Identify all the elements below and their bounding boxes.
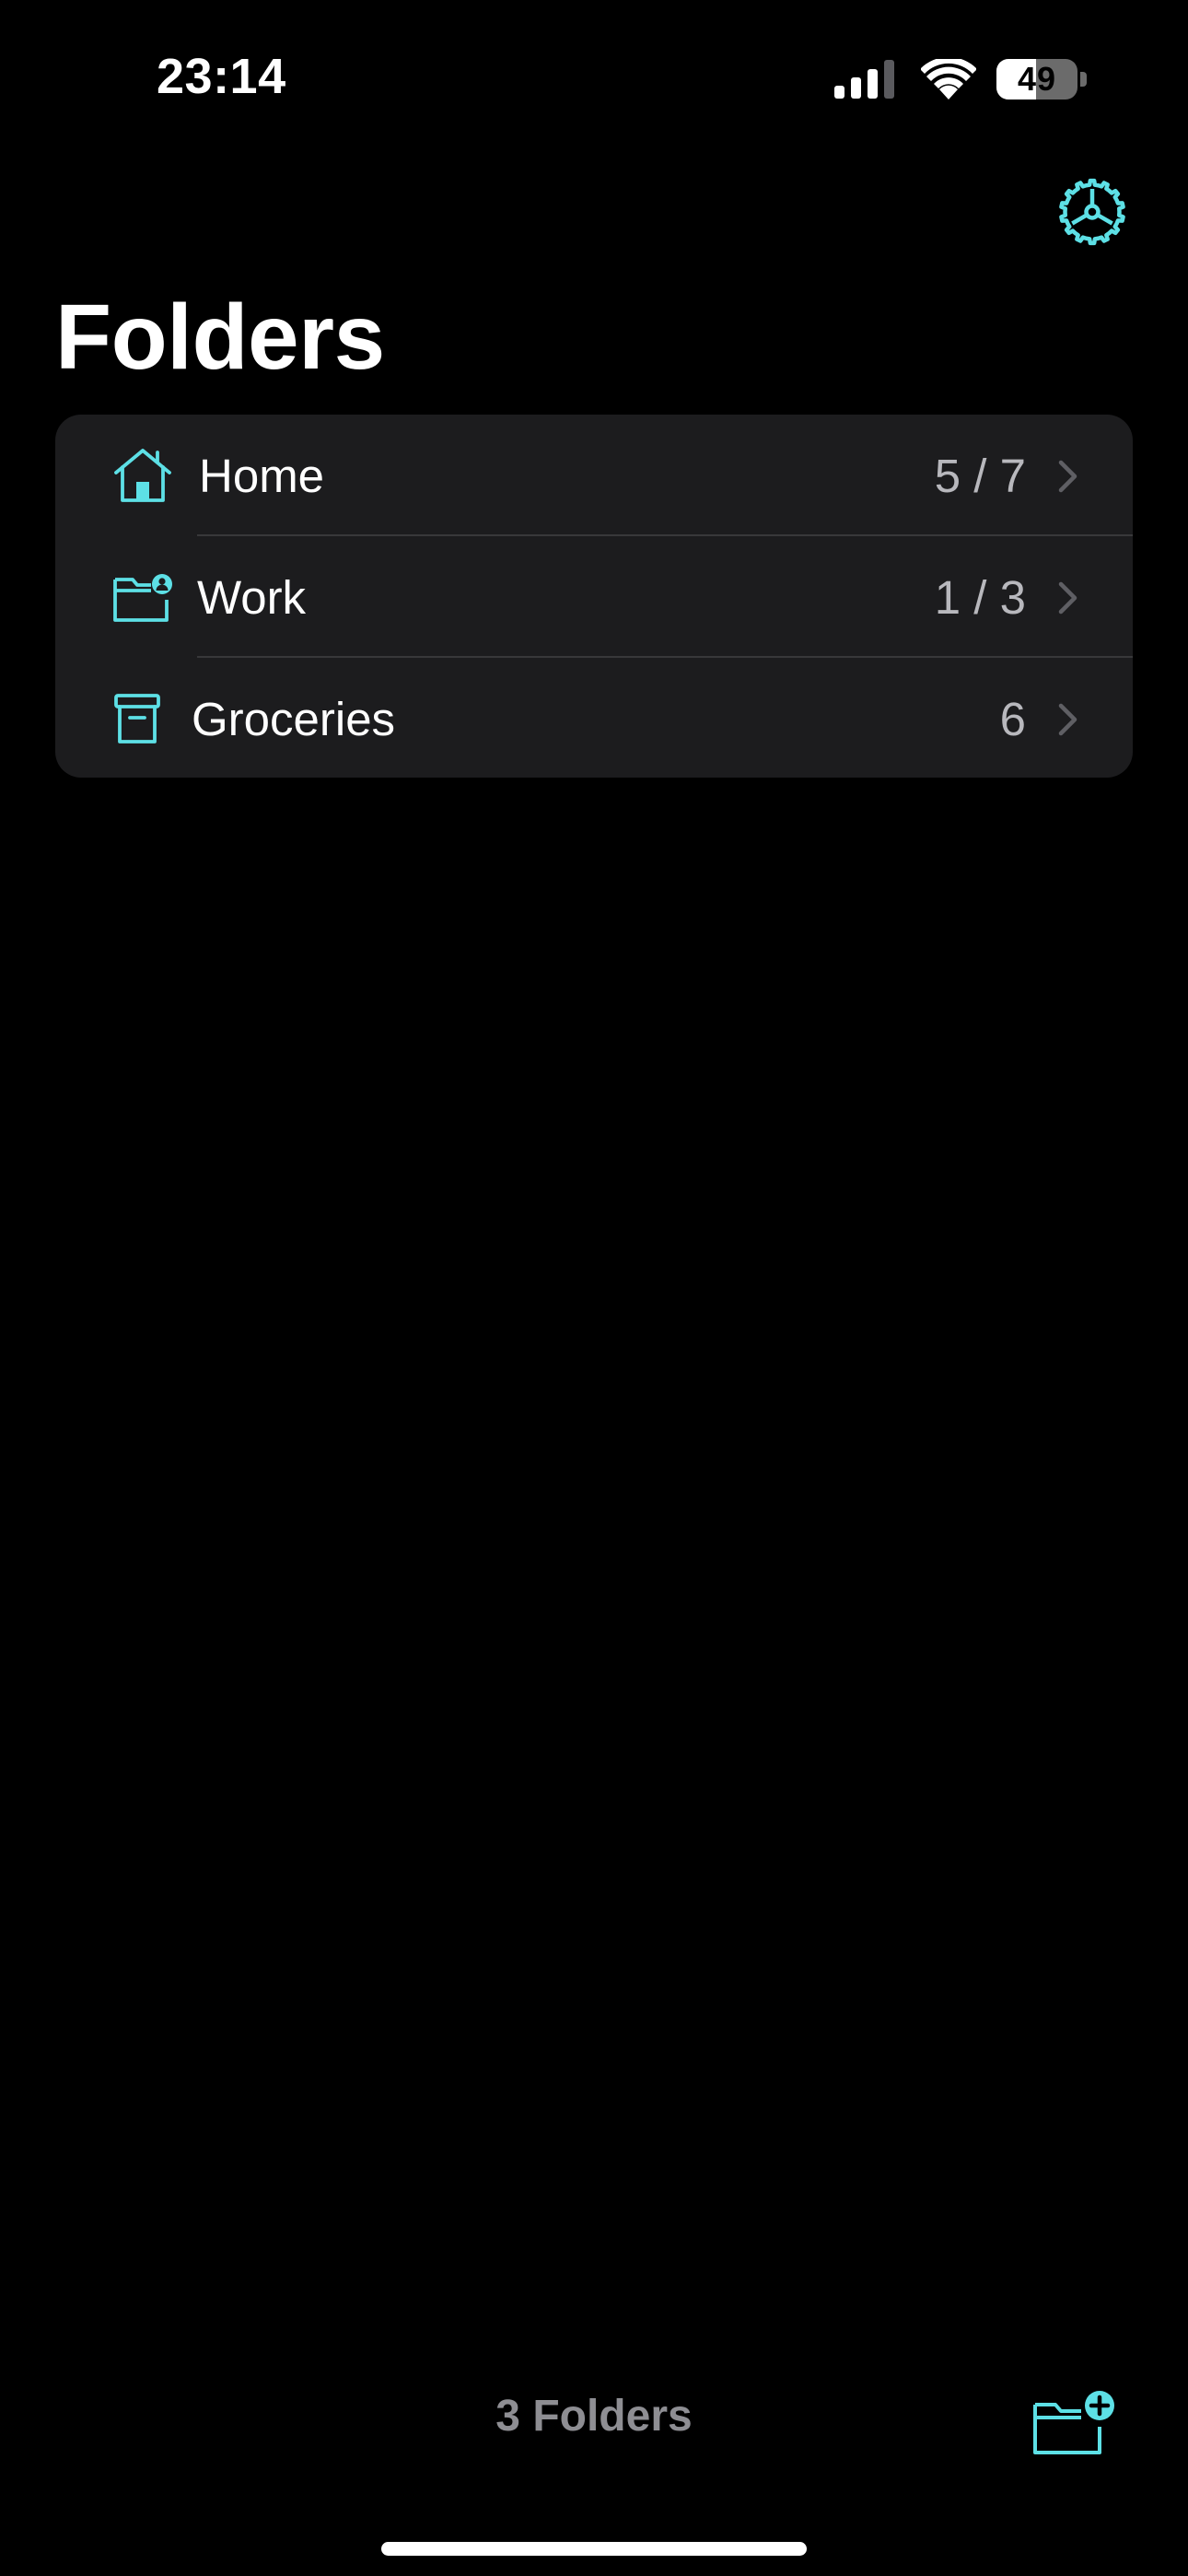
folder-row-work[interactable]: Work 1 / 3	[55, 536, 1133, 658]
folder-row-groceries[interactable]: Groceries 6	[55, 658, 1133, 778]
folder-label-groceries: Groceries	[192, 692, 396, 745]
chevron-right-icon	[1058, 581, 1077, 615]
folder-list: Home 5 / 7 Work 1 / 3 Groceries 6	[55, 415, 1133, 778]
folder-person-icon	[113, 574, 172, 622]
status-time: 23:14	[157, 49, 286, 104]
battery-percentage: 49	[1017, 60, 1057, 98]
page-title: Folders	[55, 286, 385, 389]
folder-count-groceries: 6	[999, 692, 1026, 745]
status-icons: 49	[834, 57, 1087, 101]
chevron-right-icon	[1058, 460, 1077, 493]
folder-count-label: 3 Folders	[495, 2392, 693, 2441]
folder-label-work: Work	[197, 570, 307, 624]
archive-box-icon	[114, 694, 160, 744]
house-icon	[114, 449, 171, 502]
folder-label-home: Home	[199, 449, 325, 502]
wifi-icon	[921, 59, 976, 100]
folder-row-home[interactable]: Home 5 / 7	[55, 415, 1133, 536]
folder-count-home: 5 / 7	[934, 449, 1026, 502]
folder-count-work: 1 / 3	[934, 570, 1026, 624]
battery-indicator: 49	[996, 59, 1077, 100]
battery-cap	[1080, 72, 1087, 87]
home-indicator[interactable]	[381, 2542, 807, 2556]
folder-add-icon[interactable]	[1031, 2390, 1120, 2456]
gear-icon[interactable]	[1057, 177, 1127, 247]
chevron-right-icon	[1058, 703, 1077, 736]
cellular-signal-icon	[834, 60, 894, 99]
